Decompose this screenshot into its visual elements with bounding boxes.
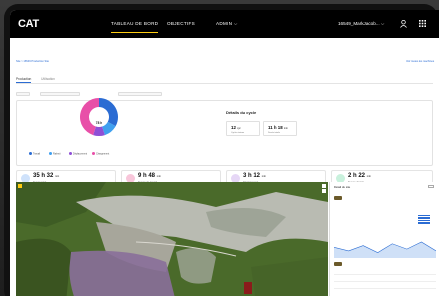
activity-line-chart[interactable] [334,240,436,258]
account-menu[interactable]: 16549_MarkJacob... ⌵ [338,21,384,26]
nav-admin[interactable]: ADMIN ⌵ [216,21,238,26]
aerial-imagery [16,182,328,296]
stat-value: 3 h 12 [243,173,261,179]
map-marker[interactable] [18,184,22,188]
legend-swatch [92,152,95,155]
stat-value: 9 h 48 [138,173,156,179]
duration-value: 11 h 18 [268,125,283,130]
grid-menu-icon[interactable] [419,20,426,29]
legend-label: Travail [33,152,41,156]
list-item[interactable] [334,274,436,280]
donut-legend-item: Chargement [92,152,109,156]
donut-legend-item: Travail [29,152,40,156]
site-aerial-map[interactable] [16,182,328,296]
period-filter-chip[interactable] [118,92,162,96]
cycle-details-title: Détails du cycle [226,110,257,115]
photo-backdrop: CAT TABLEAU DE BORD OBJECTIFS ADMIN ⌵ 16… [0,0,439,296]
machine-details-panel: Détail du site [329,182,439,296]
machine-row[interactable] [334,196,436,202]
stat-unit: min [156,175,161,178]
list-item[interactable] [334,288,436,294]
breadcrumb[interactable]: Site > 16549 Production Site [16,60,49,63]
date-filter-chip[interactable] [16,92,30,96]
excavator-icon [334,196,342,200]
stat-value: 2 h 22 [348,173,366,179]
legend-swatch [29,152,32,155]
user-icon[interactable] [400,20,407,30]
stat-unit: min [261,175,266,178]
cycle-count-label: Cycles totaux [231,131,245,134]
map-zoom-in-button[interactable] [322,184,326,188]
filter-icon[interactable] [428,185,434,188]
chart-area [334,242,436,258]
stat-unit: min [55,175,60,178]
top-navigation-bar: CAT TABLEAU DE BORD OBJECTIFS ADMIN ⌵ 16… [10,10,439,38]
legend-label: Déplacement [73,152,88,156]
duration-unit: min [283,127,288,130]
total-duration-box: 11 h 18 min Durée totale [263,121,297,136]
app-screen: CAT TABLEAU DE BORD OBJECTIFS ADMIN ⌵ 16… [10,10,439,296]
nav-tableau-de-bord[interactable]: TABLEAU DE BORD [111,21,159,33]
side-panel-title: Détail du site [334,185,351,189]
machine-filter-chip[interactable] [40,92,80,96]
stat-value: 35 h 32 [33,173,54,179]
list-item[interactable] [334,281,436,287]
map-zoom-out-button[interactable] [322,189,326,193]
stat-unit: min [366,175,371,178]
donut-center-value: 78 h [95,121,103,125]
donut-legend-item: Ralenti [49,152,60,156]
legend-label: Chargement [96,152,110,156]
machine-row[interactable] [334,262,436,268]
donut-legend-item: Déplacement [69,152,87,156]
cat-logo[interactable]: CAT [18,18,39,30]
cycle-count-value: 12 [231,125,236,130]
status-indicators [418,215,430,225]
legend-swatch [49,152,52,155]
tab-bar: Production Utilisation [16,77,55,83]
view-all-machines-link[interactable]: Voir toutes les machines [406,60,434,63]
total-cycles-box: 12 cyc Cycles totaux [226,121,260,136]
duration-label: Durée totale [268,131,280,134]
tab-utilisation[interactable]: Utilisation [41,77,55,81]
excavator-icon [334,262,342,266]
last-update-note [380,86,430,90]
time-breakdown-donut[interactable] [78,96,120,138]
legend-label: Ralenti [53,152,61,156]
nav-objectifs[interactable]: OBJECTIFS [167,21,195,26]
cycle-count-unit: cyc [237,127,241,130]
legend-swatch [69,152,72,155]
